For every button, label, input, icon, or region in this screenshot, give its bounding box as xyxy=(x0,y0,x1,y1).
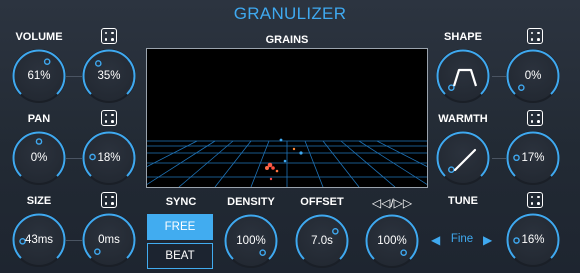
app-title: GRANULIZER xyxy=(233,4,347,23)
tune-spread-knob[interactable]: 16% xyxy=(506,213,560,267)
volume-knob[interactable]: 61% xyxy=(12,49,66,103)
shape-spread-knob[interactable]: 0% xyxy=(506,49,560,103)
grain-dot xyxy=(299,151,303,155)
tune-spread-value: 16% xyxy=(521,234,545,246)
offset-value: 7.0s xyxy=(311,235,333,247)
grain-dot xyxy=(279,138,283,142)
grain-dot xyxy=(265,166,269,170)
shape-randomize-dice-icon[interactable] xyxy=(527,28,543,44)
grain-dot xyxy=(275,169,279,173)
volume-label: VOLUME xyxy=(15,31,63,43)
sync-free-button[interactable]: FREE xyxy=(147,214,213,240)
shape-spread-value: 0% xyxy=(524,70,542,82)
trapezoid-envelope-icon xyxy=(452,68,478,87)
grains-label: GRAINS xyxy=(265,34,309,46)
volume-spread-value: 35% xyxy=(97,70,121,82)
warmth-label: WARMTH xyxy=(438,113,488,125)
grain-dot xyxy=(271,166,275,170)
size-knob[interactable]: 43ms xyxy=(12,213,66,267)
tune-randomize-dice-icon[interactable] xyxy=(527,192,543,208)
grains-display xyxy=(106,48,468,188)
pan-label: PAN xyxy=(27,113,51,125)
pan-value: 0% xyxy=(30,152,48,164)
tune-prev-left-triangle-icon[interactable]: ◀ xyxy=(431,233,440,247)
pan-knob[interactable]: 0% xyxy=(12,131,66,185)
warmth-randomize-dice-icon[interactable] xyxy=(527,110,543,126)
density-label: DENSITY xyxy=(227,196,275,208)
grains-grid xyxy=(106,138,468,188)
size-link-line xyxy=(66,240,82,241)
size-label: SIZE xyxy=(26,195,52,207)
direction-knob[interactable]: 100% xyxy=(365,214,419,268)
tune-label: TUNE xyxy=(448,195,478,207)
offset-label: OFFSET xyxy=(300,196,344,208)
warmth-knob[interactable] xyxy=(436,131,490,185)
pan-link-line xyxy=(66,158,82,159)
size-spread-knob[interactable]: 0ms xyxy=(82,213,136,267)
direction-value: 100% xyxy=(377,235,407,247)
volume-value: 61% xyxy=(27,70,51,82)
pan-randomize-dice-icon[interactable] xyxy=(101,110,117,126)
sync-label: SYNC xyxy=(165,196,197,208)
shape-knob[interactable] xyxy=(436,49,490,103)
warmth-spread-value: 17% xyxy=(521,152,545,164)
tune-next-right-triangle-icon[interactable]: ▶ xyxy=(483,233,492,247)
volume-link-line xyxy=(66,76,82,77)
volume-spread-knob[interactable]: 35% xyxy=(82,49,136,103)
warmth-spread-knob[interactable]: 17% xyxy=(506,131,560,185)
size-randomize-dice-icon[interactable] xyxy=(101,192,117,208)
density-value: 100% xyxy=(236,235,266,247)
pan-spread-knob[interactable]: 18% xyxy=(82,131,136,185)
grain-dot xyxy=(283,159,287,163)
diagonal-line-icon xyxy=(453,148,477,172)
size-spread-value: 0ms xyxy=(98,234,120,246)
grain-dot xyxy=(292,147,296,151)
size-value: 43ms xyxy=(24,234,54,246)
direction-label: ◁◁/▷▷ xyxy=(371,196,413,210)
density-knob[interactable]: 100% xyxy=(224,214,278,268)
shape-label: SHAPE xyxy=(444,31,482,43)
grain-dot xyxy=(269,177,273,181)
pan-spread-value: 18% xyxy=(97,152,121,164)
tune-mode-value: Fine xyxy=(450,233,474,245)
sync-beat-button[interactable]: BEAT xyxy=(147,243,213,269)
volume-randomize-dice-icon[interactable] xyxy=(101,28,117,44)
offset-knob[interactable]: 7.0s xyxy=(295,214,349,268)
